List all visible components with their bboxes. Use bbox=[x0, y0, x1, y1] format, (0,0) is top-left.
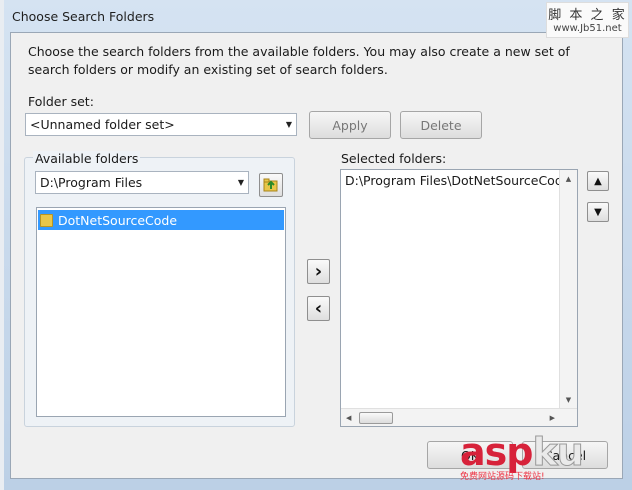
available-path-combo[interactable]: D:\Program Files ▼ bbox=[35, 171, 249, 194]
scroll-thumb[interactable] bbox=[359, 411, 394, 424]
vertical-scrollbar[interactable]: ▲ ▼ bbox=[559, 170, 577, 408]
selected-folders-list[interactable]: D:\Program Files\DotNetSourceCode ▲ ▼ ◀ … bbox=[340, 169, 578, 427]
watermark-logo: aspku bbox=[460, 430, 632, 474]
apply-button[interactable]: Apply bbox=[309, 111, 391, 139]
available-folders-list[interactable]: DotNetSourceCode bbox=[36, 207, 286, 417]
watermark-logo-b: ku bbox=[532, 430, 584, 474]
horizontal-scrollbar[interactable]: ◀ ▶ bbox=[341, 408, 577, 426]
chevron-down-icon[interactable]: ▼ bbox=[282, 120, 296, 129]
scroll-right-icon[interactable]: ▶ bbox=[550, 414, 555, 422]
list-item[interactable]: DotNetSourceCode bbox=[38, 210, 284, 230]
available-path-value: D:\Program Files bbox=[40, 175, 143, 190]
add-folder-button[interactable]: › bbox=[307, 259, 330, 284]
folder-icon bbox=[40, 213, 53, 227]
watermark-line2: www.Jb51.net bbox=[553, 23, 622, 34]
selected-folders-label: Selected folders: bbox=[341, 151, 447, 166]
remove-folder-button[interactable]: ‹ bbox=[307, 296, 330, 321]
move-up-button[interactable]: ▲ bbox=[587, 171, 609, 191]
list-item-label: DotNetSourceCode bbox=[58, 212, 178, 228]
dialog-description: Choose the search folders from the avail… bbox=[28, 44, 570, 77]
move-down-button[interactable]: ▼ bbox=[587, 202, 609, 222]
folder-up-button[interactable] bbox=[259, 173, 283, 197]
watermark-line1: 脚 本 之 家 bbox=[548, 8, 627, 23]
watermark-aspku: aspku 免费网站源码下载站! bbox=[460, 432, 632, 490]
window-title: Choose Search Folders bbox=[12, 9, 155, 24]
folder-set-combo[interactable]: <Unnamed folder set> ▼ bbox=[25, 113, 297, 136]
folder-up-icon bbox=[263, 178, 278, 192]
scroll-down-icon[interactable]: ▼ bbox=[560, 396, 577, 404]
available-folders-label: Available folders bbox=[33, 151, 141, 166]
chevron-down-icon[interactable]: ▼ bbox=[234, 178, 248, 187]
scroll-left-icon[interactable]: ◀ bbox=[346, 414, 351, 422]
folder-set-value: <Unnamed folder set> bbox=[30, 117, 175, 132]
watermark-jb51: 脚 本 之 家 www.Jb51.net bbox=[546, 2, 629, 38]
folder-set-label: Folder set: bbox=[28, 94, 94, 109]
watermark-logo-a: asp bbox=[460, 430, 533, 474]
list-item[interactable]: D:\Program Files\DotNetSourceCode bbox=[345, 173, 559, 188]
background-editor-strip bbox=[0, 0, 4, 490]
scroll-up-icon[interactable]: ▲ bbox=[560, 175, 577, 183]
delete-button[interactable]: Delete bbox=[400, 111, 482, 139]
